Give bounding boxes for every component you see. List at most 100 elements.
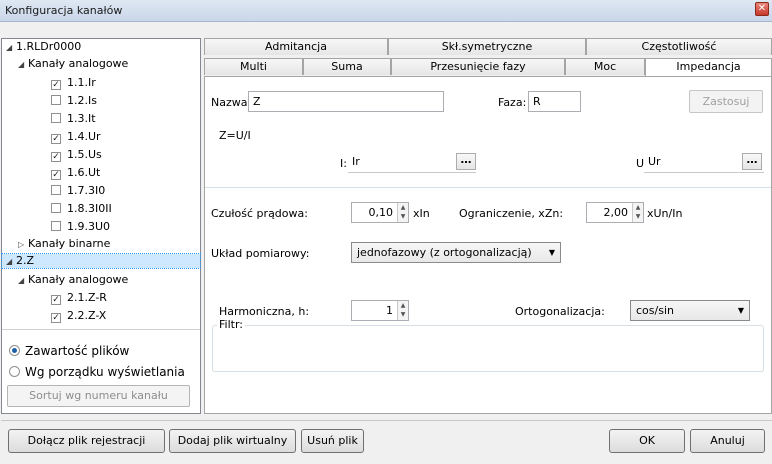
channel-checkbox[interactable]	[51, 185, 61, 195]
channel-checkbox[interactable]: ✓	[51, 134, 61, 144]
channel-label: 1.3.It	[67, 112, 96, 125]
sensitivity-input[interactable]: 0,10 ▲ ▼	[351, 202, 409, 223]
ok-button[interactable]: OK	[609, 429, 685, 453]
channel-checkbox[interactable]	[51, 203, 61, 213]
filter-group-label: Filtr:	[217, 318, 245, 331]
channel-label: 1.4.Ur	[67, 130, 101, 143]
browse-i-button[interactable]: …	[456, 153, 476, 170]
channel-item[interactable]: 1.2.Is	[51, 94, 97, 108]
channel-checkbox[interactable]	[51, 95, 61, 105]
tree-item-binary-group[interactable]: ▷ Kanały binarne	[18, 237, 110, 251]
remove-file-button[interactable]: Usuń plik	[301, 429, 364, 453]
spin-down-icon[interactable]: ▼	[633, 212, 643, 221]
harmonic-input[interactable]: 1 ▲ ▼	[351, 300, 409, 321]
filter-group	[212, 325, 764, 372]
bottom-bar: Dołącz plik rejestracji Dodaj plik wirtu…	[1, 420, 772, 464]
channel-item[interactable]: ✓ 1.4.Ur	[51, 130, 101, 144]
tree-label: Kanały analogowe	[28, 273, 129, 286]
tree-label: Kanały analogowe	[28, 57, 129, 70]
radio-file-content[interactable]: Zawartość plików	[9, 343, 129, 359]
close-button[interactable]: ✕	[755, 2, 769, 16]
channel-checkbox[interactable]: ✓	[51, 80, 61, 90]
limit-label: Ograniczenie, xZn:	[459, 207, 564, 220]
expanded-icon[interactable]: ◢	[6, 41, 16, 55]
harmonic-label: Harmoniczna, h:	[219, 305, 310, 318]
channel-item[interactable]: 1.3.It	[51, 112, 96, 126]
channel-item[interactable]: ✓ 2.2.Z-X	[51, 309, 106, 323]
tree-label: 2.Z	[16, 254, 35, 267]
separator	[205, 187, 771, 188]
channel-checkbox[interactable]	[51, 221, 61, 231]
channel-tree-panel: ◢ 1.RLDr0000 ◢ Kanały analogowe ✓ 1.1.Ir 1.…	[1, 38, 201, 414]
name-input[interactable]: Z	[248, 91, 444, 112]
spin-up-icon[interactable]: ▲	[398, 203, 408, 212]
radio-label: Zawartość plików	[25, 344, 130, 358]
tab-czestotliwosc[interactable]: Częstotliwość	[586, 38, 772, 55]
add-virtual-file-button[interactable]: Dodaj plik wirtualny	[169, 429, 296, 453]
limit-value: 2,00	[603, 206, 629, 219]
limit-input[interactable]: 2,00 ▲ ▼	[586, 202, 644, 223]
channel-checkbox[interactable]: ✓	[51, 170, 61, 180]
spin-up-icon[interactable]: ▲	[633, 203, 643, 212]
tab-skl-symetryczne[interactable]: Skł.symetryczne	[388, 38, 586, 55]
radio-icon[interactable]	[9, 366, 20, 377]
channel-item[interactable]: 1.9.3U0	[51, 220, 110, 234]
collapsed-icon[interactable]: ▷	[18, 238, 28, 252]
channel-checkbox[interactable]: ✓	[51, 152, 61, 162]
spin-buttons[interactable]: ▲ ▼	[397, 301, 408, 320]
tab-impedancja[interactable]: Impedancja	[645, 58, 772, 76]
channel-item[interactable]: ✓ 1.5.Us	[51, 148, 102, 162]
sensitivity-unit: xIn	[413, 207, 430, 220]
radio-display-order[interactable]: Wg porządku wyświetlania	[9, 364, 185, 380]
channel-checkbox[interactable]: ✓	[51, 295, 61, 305]
ortho-value: cos/sin	[636, 304, 674, 317]
cancel-button[interactable]: Anuluj	[690, 429, 765, 453]
channel-item[interactable]: 1.8.3I0II	[51, 202, 112, 216]
tab-suma[interactable]: Suma	[303, 58, 391, 75]
spin-down-icon[interactable]: ▼	[398, 212, 408, 221]
tree-item-virtual-analog-group[interactable]: ◢ Kanały analogowe	[18, 273, 128, 287]
name-label: Nazwa:	[211, 96, 252, 109]
tree-item-virtual[interactable]: ◢ 2.Z	[1, 253, 201, 269]
channel-item[interactable]: ✓ 1.1.Ir	[51, 76, 96, 90]
tab-content: Nazwa: Z Faza: R Zastosuj Z=U/I I: Ir … …	[204, 76, 772, 414]
channel-label: 2.2.Z-X	[67, 309, 107, 322]
channel-label: 1.9.3U0	[67, 220, 111, 233]
radio-label: Wg porządku wyświetlania	[25, 365, 185, 379]
browse-u-button[interactable]: …	[742, 153, 762, 170]
expanded-icon[interactable]: ◢	[6, 255, 16, 269]
tree-item-analog-group[interactable]: ◢ Kanały analogowe	[18, 57, 128, 71]
tab-przesuniecie-fazy[interactable]: Przesunięcie fazy	[391, 58, 565, 75]
measure-dropdown[interactable]: jednofazowy (z ortogonalizacją) ▼	[351, 242, 561, 263]
sensitivity-value: 0,10	[368, 206, 394, 219]
channel-checkbox[interactable]: ✓	[51, 313, 61, 323]
channel-label: 1.2.Is	[67, 94, 97, 107]
tab-multi[interactable]: Multi	[204, 58, 303, 75]
channel-item[interactable]: 1.7.3I0	[51, 184, 105, 198]
spin-down-icon[interactable]: ▼	[398, 310, 408, 319]
ortho-label: Ortogonalizacja:	[515, 305, 605, 318]
dropdown-arrow-icon: ▼	[737, 306, 744, 315]
measure-label: Układ pomiarowy:	[211, 247, 310, 260]
radio-icon[interactable]	[9, 345, 20, 356]
channel-item[interactable]: ✓ 2.1.Z-R	[51, 291, 107, 305]
phase-input[interactable]: R	[528, 91, 581, 112]
expanded-icon[interactable]: ◢	[18, 274, 28, 288]
tab-moc[interactable]: Moc	[565, 58, 645, 75]
channel-checkbox[interactable]	[51, 113, 61, 123]
attach-file-button[interactable]: Dołącz plik rejestracji	[8, 429, 165, 453]
channel-item[interactable]: ✓ 1.6.Ut	[51, 166, 100, 180]
spin-buttons[interactable]: ▲ ▼	[632, 203, 643, 222]
limit-unit: xUn/In	[647, 207, 683, 220]
sort-by-channel-button[interactable]: Sortuj wg numeru kanału	[7, 385, 190, 407]
title-bar: Konfiguracja kanałów ✕	[0, 0, 772, 22]
divider	[2, 329, 200, 330]
tree-item-device[interactable]: ◢ 1.RLDr0000	[6, 40, 81, 54]
tab-admitancja[interactable]: Admitancja	[204, 38, 388, 55]
formula-label: Z=U/I	[219, 129, 251, 142]
spin-up-icon[interactable]: ▲	[398, 301, 408, 310]
spin-buttons[interactable]: ▲ ▼	[397, 203, 408, 222]
ortho-dropdown[interactable]: cos/sin ▼	[630, 300, 750, 321]
expanded-icon[interactable]: ◢	[18, 58, 28, 72]
apply-button[interactable]: Zastosuj	[689, 90, 763, 113]
